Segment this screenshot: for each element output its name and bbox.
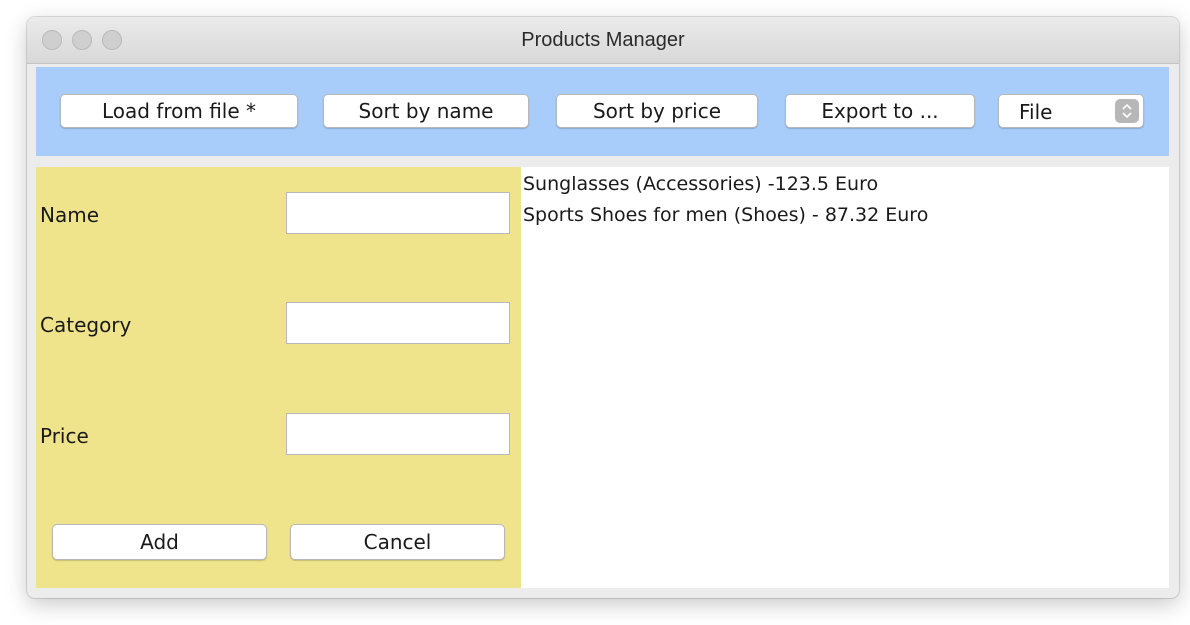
name-input[interactable]	[286, 192, 510, 234]
products-list[interactable]: Sunglasses (Accessories) -123.5 Euro Spo…	[521, 167, 1169, 588]
sort-by-name-button[interactable]: Sort by name	[323, 94, 529, 128]
product-form-panel: Name Category Price Add Cancel	[36, 167, 521, 588]
app-window: Products Manager Load from file * Sort b…	[27, 17, 1179, 598]
up-down-chevron-icon	[1115, 99, 1139, 123]
load-from-file-button[interactable]: Load from file *	[60, 94, 298, 128]
add-button[interactable]: Add	[52, 524, 267, 560]
list-item[interactable]: Sunglasses (Accessories) -123.5 Euro	[523, 173, 878, 195]
list-item[interactable]: Sports Shoes for men (Shoes) - 87.32 Eur…	[523, 204, 928, 226]
window-title: Products Manager	[521, 29, 685, 51]
sort-by-price-button[interactable]: Sort by price	[556, 94, 758, 128]
name-label: Name	[40, 203, 100, 227]
toolbar: Load from file * Sort by name Sort by pr…	[36, 67, 1169, 156]
price-input[interactable]	[286, 413, 510, 455]
title-bar[interactable]: Products Manager	[27, 17, 1179, 64]
export-format-select[interactable]: File	[998, 94, 1144, 128]
price-label: Price	[40, 424, 89, 448]
export-to-button[interactable]: Export to ...	[785, 94, 975, 128]
category-input[interactable]	[286, 302, 510, 344]
category-label: Category	[40, 313, 132, 337]
export-format-value: File	[1019, 100, 1053, 124]
cancel-button[interactable]: Cancel	[290, 524, 505, 560]
